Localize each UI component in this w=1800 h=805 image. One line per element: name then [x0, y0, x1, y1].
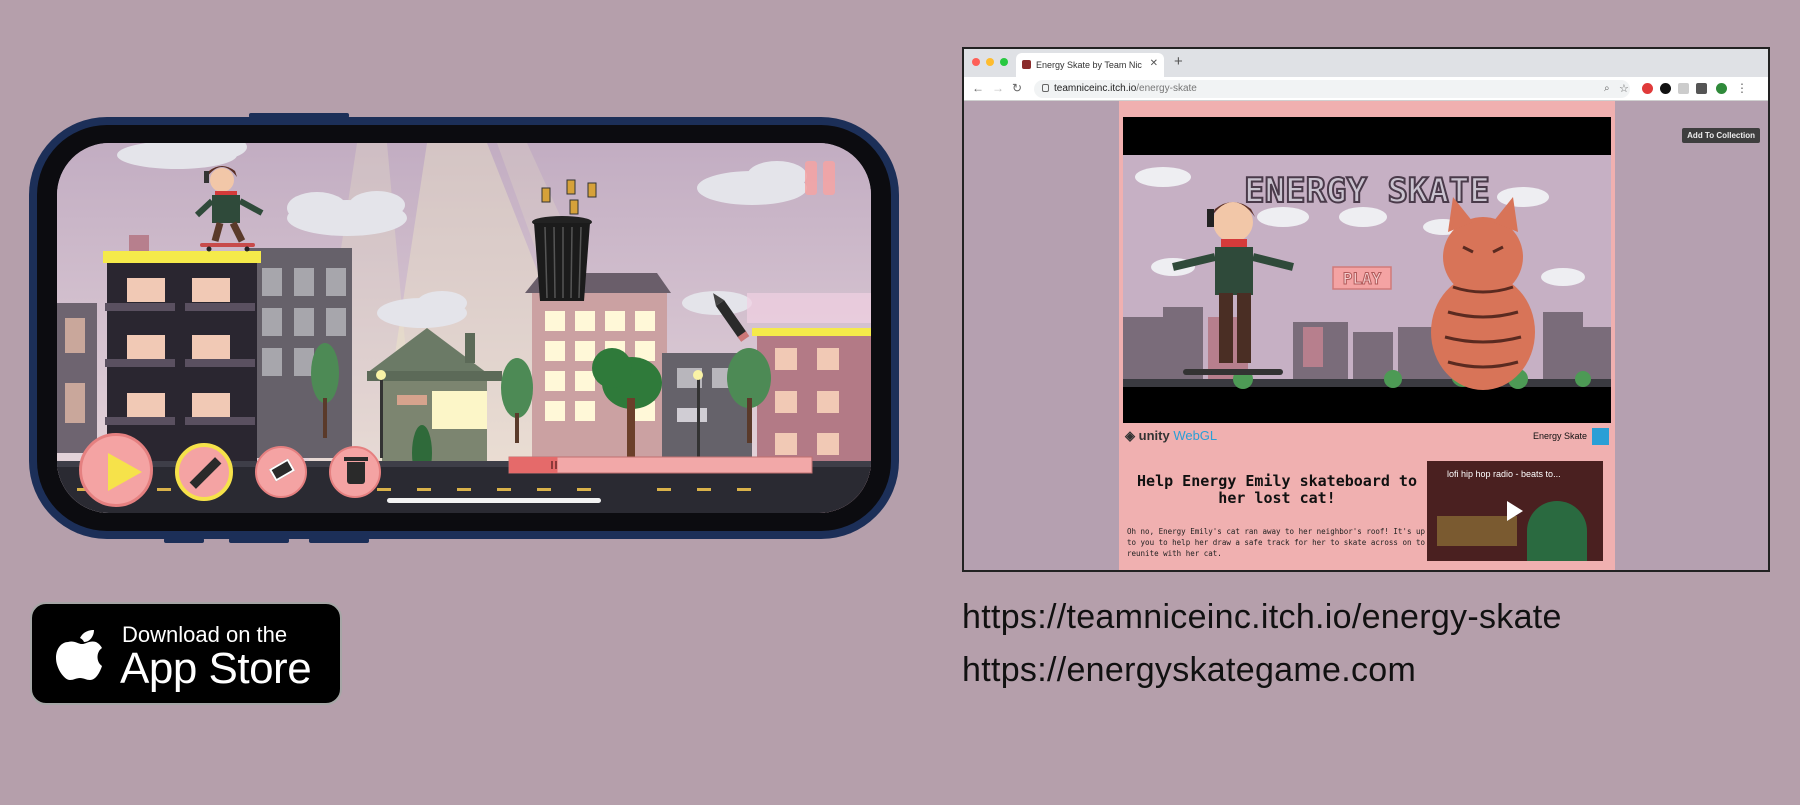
phone-volume-button — [249, 113, 349, 118]
unity-logo: ◈ unity WebGL — [1125, 428, 1217, 444]
bookmark-star-icon[interactable]: ☆ — [1619, 82, 1629, 95]
chimney — [129, 235, 149, 251]
eraser-icon — [268, 458, 296, 482]
phone-side-button — [229, 538, 289, 543]
unity-brand: unity — [1138, 428, 1170, 443]
forward-icon[interactable]: → — [992, 81, 1004, 95]
game-screen[interactable] — [57, 143, 871, 513]
browser-tab[interactable]: Energy Skate by Team Nic ✕ — [1016, 53, 1164, 77]
video-title: lofi hip hop radio - beats to... — [1447, 469, 1561, 479]
profile-avatar[interactable] — [1716, 83, 1727, 94]
close-window-dot[interactable] — [972, 58, 980, 66]
app-store-badge-line2: App Store — [120, 644, 312, 693]
unity-game-name: Energy Skate — [1532, 431, 1587, 441]
unity-cube-icon: ◈ — [1125, 428, 1135, 443]
address-bar[interactable]: teamniceinc.itch.io/energy-skate — [1034, 80, 1630, 98]
video-play-icon[interactable] — [1507, 501, 1523, 521]
description-title: Help Energy Emily skateboard to her lost… — [1137, 472, 1417, 507]
tab-title: Energy Skate by Team Nic — [1036, 60, 1142, 70]
extension-icon[interactable] — [1660, 83, 1671, 94]
reload-icon[interactable]: ↻ — [1012, 81, 1022, 95]
home-indicator — [387, 498, 601, 503]
itch-link[interactable]: https://teamniceinc.itch.io/energy-skate — [962, 591, 1562, 644]
app-store-badge[interactable]: Download on the App Store — [30, 602, 342, 705]
webgl-game-frame[interactable]: ENERGY SKATE PLAY — [1123, 117, 1611, 423]
trash-lid — [344, 457, 368, 461]
horizon-glow — [747, 293, 871, 323]
game-title-screen: ENERGY SKATE PLAY — [1123, 155, 1611, 390]
trash-can-obstacle — [532, 216, 592, 301]
browser-toolbar: ← → ↻ teamniceinc.itch.io/energy-skate ⌕… — [964, 77, 1768, 101]
menu-kebab-icon[interactable]: ⋮ — [1736, 81, 1748, 95]
lock-icon — [1042, 84, 1049, 92]
unity-webgl-label: WebGL — [1173, 428, 1218, 443]
website-link[interactable]: https://energyskategame.com — [962, 644, 1562, 697]
minimize-window-dot[interactable] — [986, 58, 994, 66]
extension-icon[interactable] — [1642, 83, 1653, 94]
shop-window — [432, 391, 487, 429]
phone-mockup — [29, 113, 899, 543]
rooftop — [103, 251, 261, 263]
phone-side-button — [164, 538, 204, 543]
phone-side-button — [309, 538, 369, 543]
embedded-video[interactable]: lofi hip hop radio - beats to... — [1427, 461, 1603, 561]
new-tab-icon[interactable]: + — [1174, 53, 1183, 70]
puzzle-icon[interactable] — [1696, 83, 1707, 94]
extension-icon[interactable] — [1678, 83, 1689, 94]
maximize-window-dot[interactable] — [1000, 58, 1008, 66]
video-thumbnail-figure — [1527, 501, 1587, 561]
link-list: https://teamniceinc.itch.io/energy-skate… — [962, 591, 1562, 697]
play-button[interactable] — [79, 433, 153, 507]
url-host: teamniceinc.itch.io — [1054, 83, 1137, 94]
trash-tool-button[interactable] — [329, 446, 381, 498]
unity-footer-bar: ◈ unity WebGL Energy Skate — [1123, 425, 1611, 447]
add-to-collection-button[interactable]: Add To Collection — [1682, 128, 1760, 143]
favicon-icon — [1022, 60, 1031, 69]
eraser-tool-button[interactable] — [255, 446, 307, 498]
trash-icon — [347, 462, 365, 484]
pencil-icon — [189, 457, 222, 489]
video-thumbnail-desk — [1437, 516, 1517, 546]
url-path: /energy-skate — [1136, 83, 1197, 94]
browser-window: Energy Skate by Team Nic ✕ + ← → ↻ teamn… — [962, 47, 1770, 572]
pencil-tool-button[interactable] — [175, 443, 233, 501]
apple-icon — [56, 630, 102, 680]
game-play-label: PLAY — [1343, 269, 1382, 288]
energy-progress-bar — [508, 456, 813, 474]
back-icon[interactable]: ← — [972, 81, 984, 95]
description-body: Oh no, Energy Emily's cat ran away to he… — [1127, 527, 1426, 558]
fullscreen-icon[interactable] — [1592, 428, 1609, 445]
search-icon[interactable]: ⌕ — [1604, 83, 1610, 94]
tab-close-icon[interactable]: ✕ — [1150, 58, 1158, 69]
play-icon — [108, 453, 142, 491]
browser-tab-bar: Energy Skate by Team Nic ✕ + — [964, 49, 1768, 77]
itch-page-content: ENERGY SKATE PLAY ◈ unity WebGL Energy S… — [1119, 101, 1615, 570]
phone-bezel — [37, 125, 891, 531]
